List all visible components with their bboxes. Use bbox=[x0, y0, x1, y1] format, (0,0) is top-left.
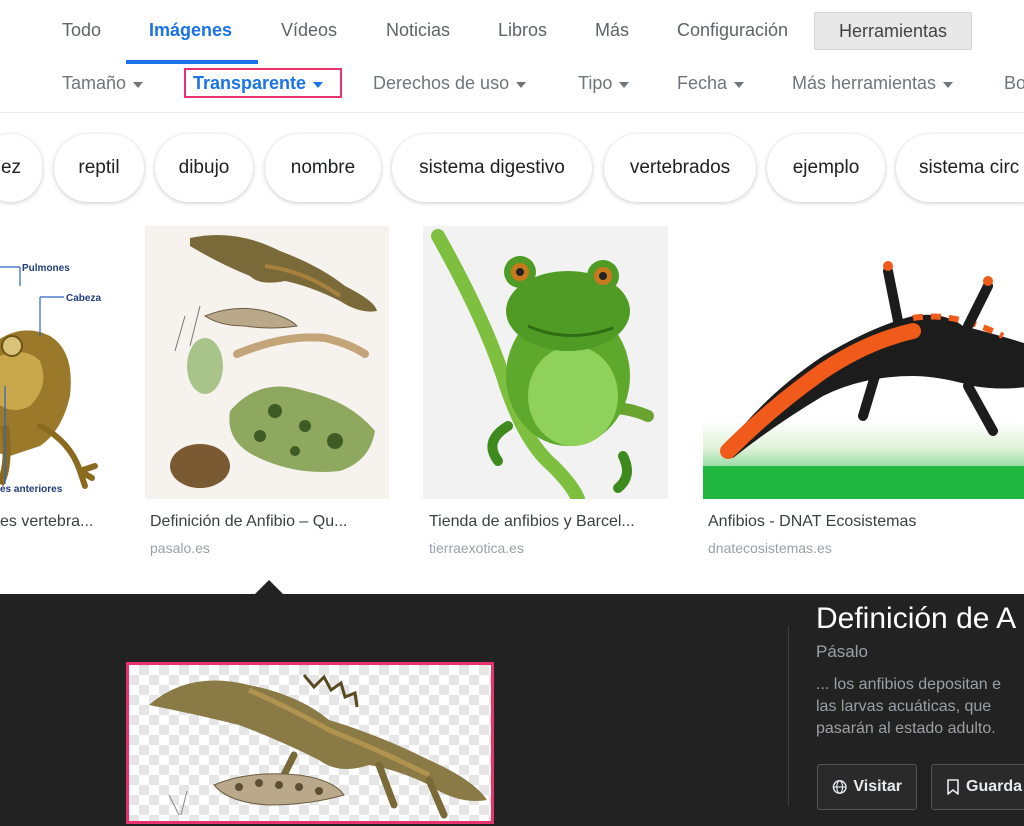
filter-derechos-label: Derechos de uso bbox=[373, 73, 510, 93]
newt-preview-image bbox=[149, 674, 487, 819]
tab-libros[interactable]: Libros bbox=[498, 20, 547, 41]
filter-mas-herramientas-label: Más herramientas bbox=[792, 73, 937, 93]
filter-derechos-de-uso[interactable]: Derechos de uso bbox=[373, 73, 527, 94]
result-source: tierraexotica.es bbox=[429, 540, 524, 556]
chip[interactable]: reptil bbox=[54, 134, 144, 202]
filter-fecha-label: Fecha bbox=[677, 73, 728, 93]
chip[interactable]: nombre bbox=[265, 134, 381, 202]
result-thumbnail[interactable]: Pulmones Cabeza es anteriores bbox=[0, 226, 110, 499]
chip[interactable]: ez bbox=[0, 134, 42, 202]
transparente-highlight-box bbox=[184, 68, 342, 98]
visit-label: Visitar bbox=[853, 778, 902, 795]
globe-icon bbox=[832, 780, 847, 794]
filter-mas-herramientas[interactable]: Más herramientas bbox=[792, 73, 954, 94]
diagram-label: Cabeza bbox=[66, 293, 101, 304]
filter-tipo[interactable]: Tipo bbox=[578, 73, 630, 94]
related-chips: ez reptil dibujo nombre sistema digestiv… bbox=[0, 132, 1024, 206]
caret-down-icon bbox=[734, 81, 745, 88]
panel-divider bbox=[788, 626, 789, 806]
description-line: pasarán al estado adulto. bbox=[816, 720, 996, 737]
amphibians-illustration-image bbox=[170, 234, 377, 488]
description-line: las larvas acuáticas, que bbox=[816, 698, 992, 715]
result-source: pasalo.es bbox=[150, 540, 210, 556]
result-caption[interactable]: Tienda de anfibios y Barcel... bbox=[429, 513, 635, 531]
tree-frog-image bbox=[431, 229, 654, 499]
description-line: ... los anfibios depositan e bbox=[816, 676, 1002, 693]
preview-site[interactable]: Pásalo bbox=[816, 642, 868, 662]
tab-configuracion[interactable]: Configuración bbox=[677, 20, 788, 41]
image-preview-panel: Definición de A Pásalo ... los anfibios … bbox=[0, 594, 1024, 826]
frog-anatomy-image: Pulmones Cabeza es anteriores bbox=[0, 263, 101, 495]
preview-image-transparent[interactable] bbox=[126, 662, 494, 824]
filter-tipo-label: Tipo bbox=[578, 73, 613, 93]
diagram-label: es anteriores bbox=[0, 484, 63, 495]
bookmark-icon bbox=[947, 779, 959, 795]
result-caption[interactable]: Definición de Anfibio – Qu... bbox=[150, 513, 347, 531]
filter-cut-off[interactable]: Bo bbox=[1004, 73, 1024, 94]
tab-videos[interactable]: Vídeos bbox=[281, 20, 337, 41]
preview-pointer-arrow bbox=[254, 580, 284, 595]
tab-imagenes[interactable]: Imágenes bbox=[149, 20, 232, 41]
result-thumbnail[interactable] bbox=[423, 226, 668, 499]
salamander-image bbox=[703, 261, 1024, 499]
filter-cut-label: Bo bbox=[1004, 73, 1024, 93]
result-thumbnail[interactable] bbox=[145, 226, 389, 499]
search-tabs: Todo Imágenes Vídeos Noticias Libros Más… bbox=[0, 0, 1024, 64]
preview-title[interactable]: Definición de A bbox=[816, 602, 1016, 636]
tab-todo[interactable]: Todo bbox=[62, 20, 101, 41]
caret-down-icon bbox=[516, 81, 527, 88]
caret-down-icon bbox=[943, 81, 954, 88]
visit-button[interactable]: Visitar bbox=[817, 764, 917, 810]
filter-tamano-label: Tamaño bbox=[62, 73, 127, 93]
result-source: dnatecosistemas.es bbox=[708, 540, 832, 556]
image-results: Pulmones Cabeza es anteriores es vertebr… bbox=[0, 226, 1024, 571]
herramientas-button[interactable]: Herramientas bbox=[814, 12, 972, 50]
caret-down-icon bbox=[619, 81, 630, 88]
chip[interactable]: sistema circ bbox=[896, 134, 1024, 202]
chip[interactable]: vertebrados bbox=[604, 134, 756, 202]
diagram-label: Pulmones bbox=[22, 263, 70, 274]
save-label: Guarda bbox=[966, 778, 1023, 795]
tools-filter-bar: Tamaño Transparente Derechos de uso Tipo… bbox=[0, 62, 1024, 113]
tab-noticias[interactable]: Noticias bbox=[386, 20, 450, 41]
filter-tamano[interactable]: Tamaño bbox=[62, 73, 144, 94]
caret-down-icon bbox=[133, 81, 144, 88]
filter-fecha[interactable]: Fecha bbox=[677, 73, 745, 94]
result-caption[interactable]: Anfibios - DNAT Ecosistemas bbox=[708, 513, 916, 531]
preview-description: ... los anfibios depositan e las larvas … bbox=[816, 674, 1024, 740]
chip[interactable]: ejemplo bbox=[767, 134, 885, 202]
result-caption[interactable]: es vertebra... bbox=[0, 513, 93, 531]
chip[interactable]: dibujo bbox=[155, 134, 253, 202]
chip[interactable]: sistema digestivo bbox=[392, 134, 592, 202]
save-button[interactable]: Guarda bbox=[931, 764, 1024, 810]
tab-mas[interactable]: Más bbox=[595, 20, 629, 41]
result-thumbnail[interactable] bbox=[703, 226, 1024, 499]
